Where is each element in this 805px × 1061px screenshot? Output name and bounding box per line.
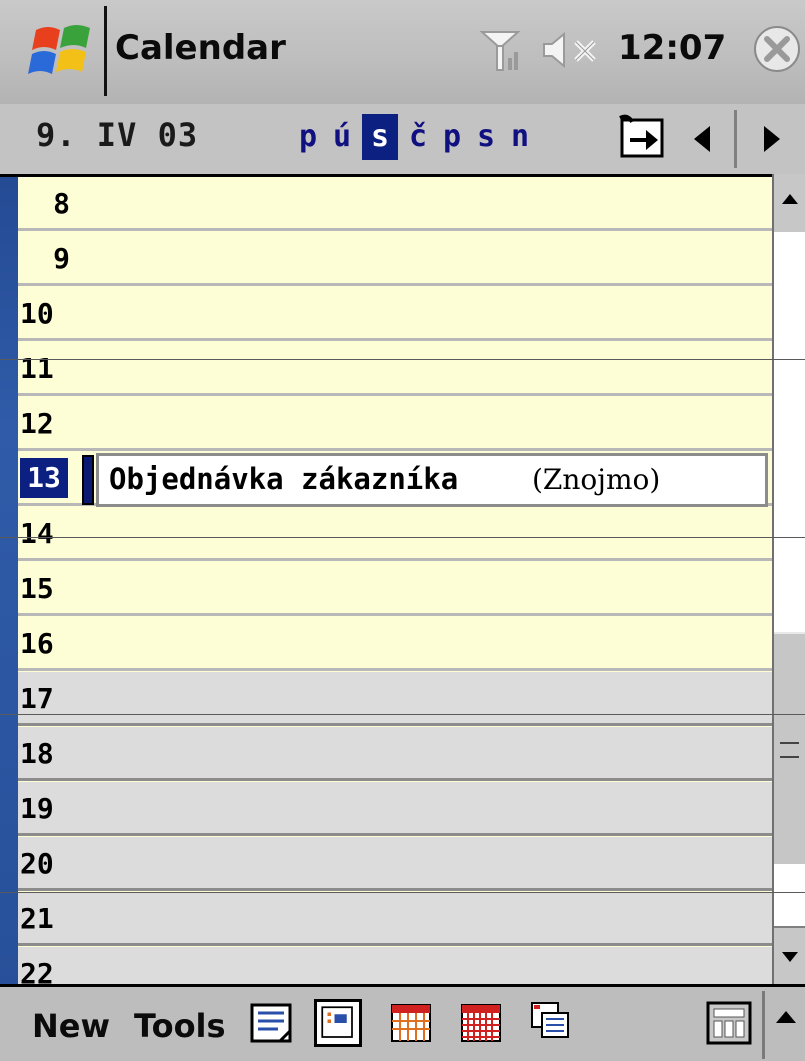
nav-separator	[734, 110, 737, 168]
hour-label: 20	[20, 847, 54, 880]
agenda-view-icon[interactable]	[248, 999, 296, 1047]
hour-label: 9	[53, 242, 70, 275]
appointment[interactable]: Objednávka zákazníka (Znojmo)	[96, 453, 768, 507]
hour-label: 19	[20, 792, 54, 825]
command-bar: New Tools	[0, 984, 805, 1061]
appointment-busy-indicator	[82, 455, 94, 505]
clock[interactable]: 12:07	[618, 28, 726, 68]
date-navigation-bar: 9. IV 03 p ú s č p s n	[0, 104, 805, 177]
screen-scanline	[0, 714, 805, 715]
month-view-icon[interactable]	[458, 999, 506, 1047]
hour-label: 21	[20, 902, 54, 935]
year-view-icon[interactable]	[528, 999, 576, 1047]
hour-slot-14[interactable]: 14	[18, 507, 772, 561]
title-bar: Calendar 12:07	[0, 0, 805, 105]
hour-label: 17	[20, 682, 54, 715]
hour-label: 12	[20, 407, 54, 440]
tools-menu[interactable]: Tools	[134, 1007, 226, 1045]
weekday-tuesday[interactable]: ú	[328, 114, 356, 160]
scroll-up-arrow-icon	[782, 194, 798, 204]
appointment-title: Objednávka zákazníka	[109, 462, 459, 496]
weekday-thursday[interactable]: č	[404, 114, 432, 160]
hour-slot-12[interactable]: 12	[18, 397, 772, 451]
hour-slot-19[interactable]: 19	[18, 782, 772, 836]
hour-label: 16	[20, 627, 54, 660]
scroll-thumb[interactable]	[774, 632, 805, 866]
input-panel-up-arrow-icon[interactable]	[776, 1011, 796, 1023]
hour-slot-11[interactable]: 11	[18, 342, 772, 396]
weekday-sunday[interactable]: n	[506, 114, 534, 160]
hour-slot-15[interactable]: 15	[18, 562, 772, 616]
title-separator	[104, 6, 107, 96]
windows-start-icon[interactable]	[28, 20, 96, 82]
day-view-icon[interactable]	[314, 999, 362, 1047]
new-menu[interactable]: New	[32, 1007, 110, 1045]
volume-muted-icon[interactable]	[540, 30, 610, 70]
hour-slot-21[interactable]: 21	[18, 892, 772, 946]
weekday-saturday[interactable]: s	[472, 114, 500, 160]
hour-label-current: 13	[20, 458, 68, 498]
pocket-pc-screen: Calendar 12:07 9. IV 03 p ú s č p s n 8 …	[0, 0, 805, 1061]
close-icon[interactable]	[752, 24, 802, 74]
screen-scanline	[0, 359, 805, 360]
hour-slot-16[interactable]: 16	[18, 617, 772, 671]
scroll-track[interactable]	[774, 864, 805, 926]
week-view-icon[interactable]	[388, 999, 436, 1047]
toolbar-separator	[762, 991, 765, 1059]
hour-label: 18	[20, 737, 54, 770]
vertical-scrollbar[interactable]	[772, 174, 805, 986]
screen-scanline	[0, 537, 805, 538]
hour-label: 10	[20, 297, 54, 330]
hour-slot-10[interactable]: 10	[18, 287, 772, 341]
hour-label: 14	[20, 517, 54, 550]
hour-slot-18[interactable]: 18	[18, 727, 772, 781]
scroll-down-button[interactable]	[774, 926, 805, 986]
hour-slot-17[interactable]: 17	[18, 672, 772, 726]
weekday-monday[interactable]: p	[294, 114, 322, 160]
day-view-grid[interactable]: 8 9 10 11 12 13 14 15 16 17 18 19 20 21 …	[18, 177, 772, 984]
hour-label: 11	[20, 352, 54, 385]
weekday-wednesday-selected[interactable]: s	[362, 114, 398, 160]
keyboard-icon[interactable]	[704, 999, 754, 1047]
next-arrow-icon[interactable]	[758, 122, 786, 156]
scroll-track[interactable]	[774, 232, 805, 632]
hour-label: 15	[20, 572, 54, 605]
hour-label: 22	[20, 957, 54, 984]
hour-slot-22[interactable]: 22	[18, 947, 772, 984]
weekday-friday[interactable]: p	[438, 114, 466, 160]
current-date[interactable]: 9. IV 03	[36, 116, 198, 154]
scroll-grip-icon	[780, 742, 799, 758]
prev-arrow-icon[interactable]	[688, 122, 716, 156]
scroll-up-button[interactable]	[774, 174, 805, 234]
weekday-selector: p ú s č p s n	[294, 114, 540, 160]
screen-scanline	[0, 892, 805, 893]
hour-slot-9[interactable]: 9	[18, 232, 772, 286]
hour-slot-20[interactable]: 20	[18, 837, 772, 891]
hour-slot-8[interactable]: 8	[18, 177, 772, 231]
scroll-down-arrow-icon	[782, 952, 798, 962]
goto-today-icon[interactable]	[618, 114, 666, 160]
signal-icon[interactable]	[478, 28, 524, 74]
app-title: Calendar	[115, 28, 286, 68]
hour-label: 8	[53, 187, 70, 220]
appointment-location: (Znojmo)	[532, 463, 661, 496]
